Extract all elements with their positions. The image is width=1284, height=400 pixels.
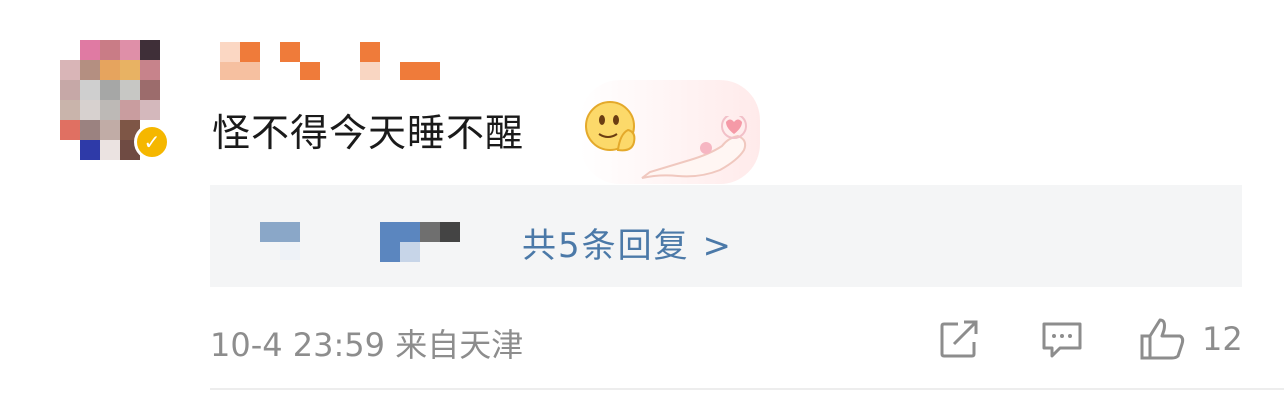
sleeping-cat-decoration-icon (641, 116, 747, 179)
username[interactable] (220, 42, 450, 82)
comment-text: 怪不得今天睡不醒 (212, 111, 525, 155)
share-icon[interactable] (938, 320, 982, 360)
comment-meta: 10-4 23:59 来自天津 (210, 320, 523, 366)
like-icon[interactable] (1138, 316, 1188, 362)
timestamp: 10-4 23:59 (210, 326, 386, 364)
location: 来自天津 (395, 326, 524, 364)
view-replies-link[interactable]: 共5条回复 > (522, 218, 733, 267)
comment-icon[interactable] (1040, 320, 1084, 360)
reply-user-mask (260, 222, 300, 242)
divider (210, 388, 1284, 390)
thinking-face-emoji-icon (585, 101, 636, 152)
verified-badge-icon: ✓ (134, 124, 170, 160)
like-count: 12 (1202, 320, 1243, 358)
